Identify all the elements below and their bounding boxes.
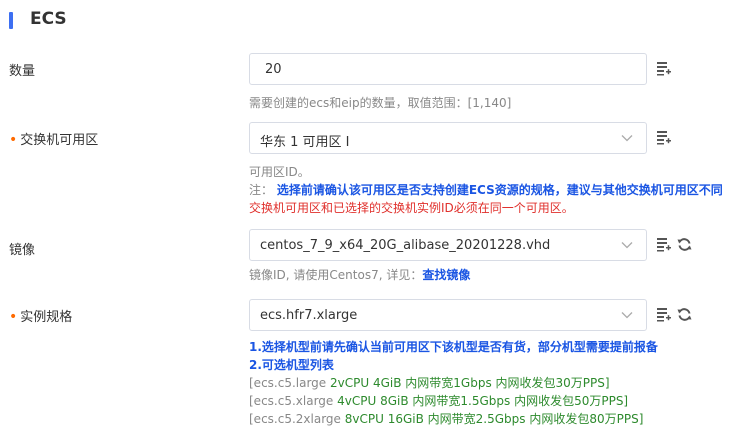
count-label: 数量 (9, 64, 36, 79)
count-value: 20 (265, 62, 282, 77)
spec-select[interactable]: ecs.hfr7.xlarge (249, 299, 647, 331)
model-list-item: [ecs.c5.2xlarge 8vCPU 16GiB 内网带宽2.5Gbps … (249, 412, 644, 426)
count-hint: 需要创建的ecs和eip的数量，取值范围：[1,140] (249, 96, 512, 110)
image-hint: 镜像ID, 请使用Centos7, 详见：查找镜像 (249, 268, 471, 282)
image-value: centos_7_9_x64_20G_alibase_20201228.vhd (260, 238, 551, 253)
chevron-down-icon (621, 242, 633, 249)
form-edit-icon[interactable] (656, 130, 671, 145)
zone-value: 华东 1 可用区 I (260, 135, 350, 150)
spec-note-1: 1.选择机型前请先确认当前可用区下该机型是否有货，部分机型需要提前报备 (249, 340, 658, 354)
zone-note-red: 交换机可用区和已选择的交换机实例ID必须在同一个可用区。 (249, 201, 574, 215)
required-dot: • (9, 132, 18, 148)
form-edit-icon[interactable] (656, 307, 671, 322)
refresh-icon[interactable] (677, 307, 692, 322)
count-input[interactable]: 20 (249, 53, 647, 85)
spec-note-2: 2.可选机型列表 (249, 358, 334, 372)
image-select[interactable]: centos_7_9_x64_20G_alibase_20201228.vhd (249, 229, 647, 261)
zone-hint: 可用区ID。 (249, 165, 310, 179)
zone-note-prefix: 注： (249, 183, 274, 197)
zone-note: 注： 选择前请确认该可用区是否支持创建ECS资源的规格，建议与其他交换机可用区不… (249, 181, 723, 198)
chevron-down-icon (621, 135, 633, 142)
required-dot: • (9, 309, 18, 325)
form-edit-icon[interactable] (656, 61, 671, 76)
form-edit-icon[interactable] (656, 237, 671, 252)
spec-label: • 实例规格 (9, 309, 73, 325)
image-label: 镜像 (9, 243, 36, 258)
model-list-item: [ecs.c5.large 2vCPU 4GiB 内网带宽1Gbps 内网收发包… (249, 376, 610, 390)
spec-value: ecs.hfr7.xlarge (260, 308, 358, 323)
zone-select[interactable]: 华东 1 可用区 I (249, 122, 647, 154)
zone-label: • 交换机可用区 (9, 132, 99, 148)
section-accent-bar (9, 12, 13, 29)
zone-note-blue: 选择前请确认该可用区是否支持创建ECS资源的规格，建议与其他交换机可用区不同 (276, 183, 723, 197)
refresh-icon[interactable] (677, 237, 692, 252)
model-list-item: [ecs.c5.xlarge 4vCPU 8GiB 内网带宽1.5Gbps 内网… (249, 394, 629, 408)
chevron-down-icon (621, 312, 633, 319)
section-title: ECS (30, 9, 67, 29)
find-image-link[interactable]: 查找镜像 (422, 268, 470, 282)
